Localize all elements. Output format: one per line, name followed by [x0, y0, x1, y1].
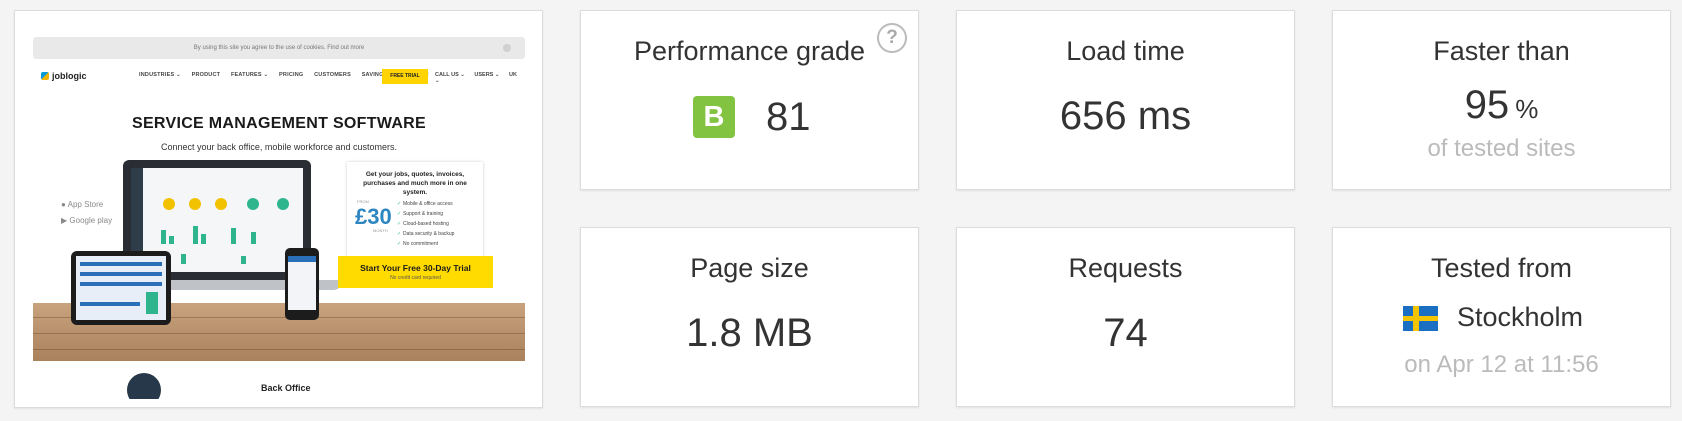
nav-item: PRICING: [279, 72, 304, 78]
test-date: on Apr 12 at 11:56: [1404, 351, 1599, 378]
page-size-card: Page size 1.8 MB: [580, 227, 919, 407]
performance-score: 81: [766, 95, 811, 139]
help-icon[interactable]: ?: [877, 23, 907, 53]
offer-feature: Support & training: [403, 211, 444, 217]
free-trial-button: FREE TRIAL: [382, 69, 428, 84]
performance-grade-title: Performance grade: [633, 36, 866, 66]
calendar-row: [80, 302, 140, 306]
hero-title: SERVICE MANAGEMENT SOFTWARE: [131, 115, 427, 132]
calendar-row: [80, 262, 162, 266]
app-store-label: App Store: [67, 200, 104, 209]
offer-feature: Data security & backup: [403, 231, 455, 237]
cookie-text: By using this site you agree to the use …: [193, 45, 365, 51]
logo: joblogic: [41, 71, 87, 81]
faster-than-subtitle: of tested sites: [1427, 135, 1576, 162]
wood-grain: [33, 349, 525, 350]
offer-title: Get your jobs, quotes, invoices, purchas…: [363, 171, 467, 196]
offer-feature: Cloud-based hosting: [403, 221, 449, 227]
percent-unit: %: [1515, 94, 1539, 124]
pie-chart-icon: [277, 198, 289, 210]
phone-image: [285, 248, 319, 320]
offer-feature: No commitment: [403, 241, 439, 247]
site-nav: joblogic INDUSTRIES ⌄ PRODUCT FEATURES ⌄…: [33, 69, 525, 87]
load-time-card: Load time 656 ms: [956, 10, 1295, 190]
calendar-block: [146, 292, 158, 314]
offer-month: MONTH: [373, 228, 388, 233]
nav-item: FEATURES ⌄: [230, 72, 269, 78]
logo-icon: [41, 72, 49, 80]
nav-right: CALL US ⌄ USERS ⌄ UK ⌄: [435, 72, 525, 84]
requests-title: Requests: [1068, 253, 1183, 283]
pie-chart-icon: [215, 198, 227, 210]
site-screenshot: By using this site you agree to the use …: [33, 29, 525, 399]
tested-from-title: Tested from: [1430, 253, 1573, 283]
cta-sub-text: No credit card required: [390, 275, 441, 281]
play-icon: ▶: [61, 216, 68, 225]
calendar-row: [80, 282, 162, 286]
bar-mark: [251, 232, 256, 244]
test-location-city: Stockholm: [1457, 302, 1584, 332]
free-trial-cta: Start Your Free 30-Day Trial No credit c…: [338, 256, 493, 288]
tested-from-card: Tested from Stockholm on Apr 12 at 11:56: [1332, 227, 1671, 407]
bar-mark: [169, 236, 174, 244]
back-office-icon: [127, 373, 161, 399]
requests-card: Requests 74: [956, 227, 1295, 407]
page-size-title: Page size: [690, 253, 809, 283]
store-links: ● App Store ▶ Google play: [61, 197, 112, 229]
faster-than-card: Faster than 95% of tested sites: [1332, 10, 1671, 190]
phone-screen: [288, 256, 316, 310]
offer-features: ✓ Mobile & office access ✓ Support & train…: [397, 199, 454, 249]
site-screenshot-card: By using this site you agree to the use …: [14, 10, 543, 408]
logo-text: joblogic: [52, 71, 87, 81]
offer-price: £30: [355, 204, 392, 229]
tablet-image: [71, 251, 171, 325]
close-icon: [503, 44, 511, 52]
hero-subtitle: Connect your back office, mobile workfor…: [161, 142, 397, 152]
bar-mark: [201, 234, 206, 244]
bar-mark: [161, 230, 166, 244]
nav-item: CUSTOMERS: [314, 72, 351, 78]
load-time-value: 656 ms: [1059, 94, 1192, 138]
faster-than-value: 95: [1464, 83, 1510, 127]
bar-mark: [241, 256, 246, 264]
nav-item: USERS ⌄: [474, 72, 500, 78]
nav-item: PRODUCT: [191, 72, 221, 78]
apple-icon: ●: [61, 200, 66, 209]
performance-grade-card: Performance grade ? B 81: [580, 10, 919, 190]
faster-than-title: Faster than: [1433, 36, 1570, 66]
load-time-title: Load time: [1066, 36, 1185, 66]
wood-grain: [33, 333, 525, 334]
pie-chart-icon: [163, 198, 175, 210]
pie-chart-icon: [189, 198, 201, 210]
cta-main-text: Start Your Free 30-Day Trial: [360, 263, 471, 273]
google-play-label: Google play: [69, 216, 113, 225]
tablet-screen: [76, 256, 166, 320]
back-office-label: Back Office: [261, 383, 311, 393]
bar-mark: [181, 254, 186, 264]
offer-box: Get your jobs, quotes, invoices, purchas…: [347, 162, 483, 258]
page-size-value: 1.8 MB: [686, 311, 813, 355]
offer-feature: Mobile & office access: [403, 201, 453, 207]
nav-item: INDUSTRIES ⌄: [139, 72, 181, 78]
sweden-flag-icon: [1403, 306, 1438, 331]
bar-mark: [231, 228, 236, 244]
bar-mark: [193, 226, 198, 244]
grade-badge: B: [693, 96, 735, 138]
faster-than-row: 95%: [1333, 83, 1670, 128]
phone-header: [288, 256, 316, 262]
calendar-row: [80, 272, 162, 276]
requests-value: 74: [1103, 311, 1148, 355]
pie-chart-icon: [247, 198, 259, 210]
cookie-banner: By using this site you agree to the use …: [33, 37, 525, 59]
